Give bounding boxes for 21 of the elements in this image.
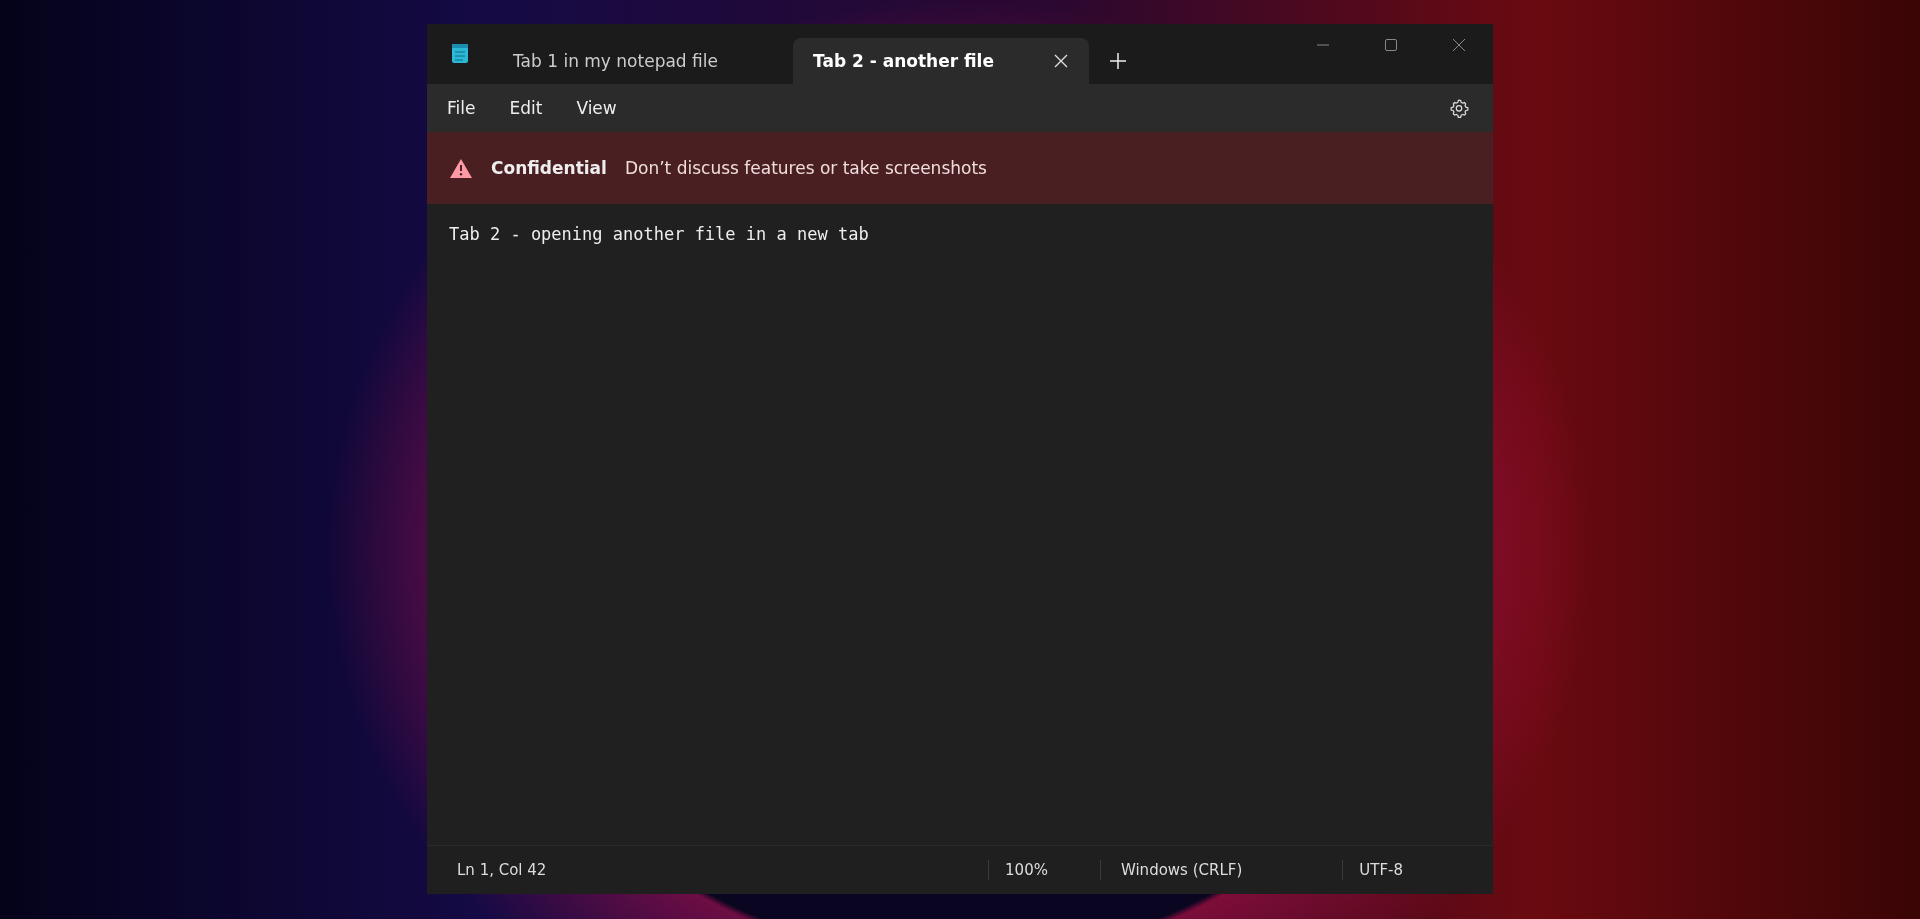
cursor-position: Ln 1, Col 42 — [457, 861, 547, 879]
menu-item[interactable]: Edit — [499, 92, 553, 124]
tab-label: Tab 1 in my notepad file — [513, 51, 718, 71]
line-ending[interactable]: Windows (CRLF) — [1120, 861, 1243, 879]
new-tab-icon[interactable] — [1109, 52, 1127, 70]
tab[interactable]: Tab 1 in my notepad file — [493, 38, 793, 84]
warning-icon — [449, 157, 473, 179]
banner-title: Confidential — [491, 158, 607, 178]
encoding[interactable]: UTF-8 — [1359, 861, 1403, 879]
menu-item[interactable]: File — [437, 92, 486, 124]
banner-message: Don’t discuss features or take screenshots — [624, 158, 987, 178]
close-icon[interactable] — [1452, 38, 1466, 52]
tab-label: Tab 2 - another file — [813, 51, 994, 71]
editor-text: Tab 2 - opening another file in a new tab — [449, 224, 869, 244]
tab[interactable]: Tab 2 - another file — [793, 38, 1089, 84]
close-tab-icon[interactable] — [1053, 53, 1069, 69]
notepad-icon — [451, 43, 469, 65]
settings-icon[interactable] — [1449, 98, 1469, 118]
zoom-level[interactable]: 100% — [1005, 861, 1048, 879]
menu-item[interactable]: View — [566, 92, 627, 124]
maximize-icon[interactable] — [1384, 38, 1398, 52]
